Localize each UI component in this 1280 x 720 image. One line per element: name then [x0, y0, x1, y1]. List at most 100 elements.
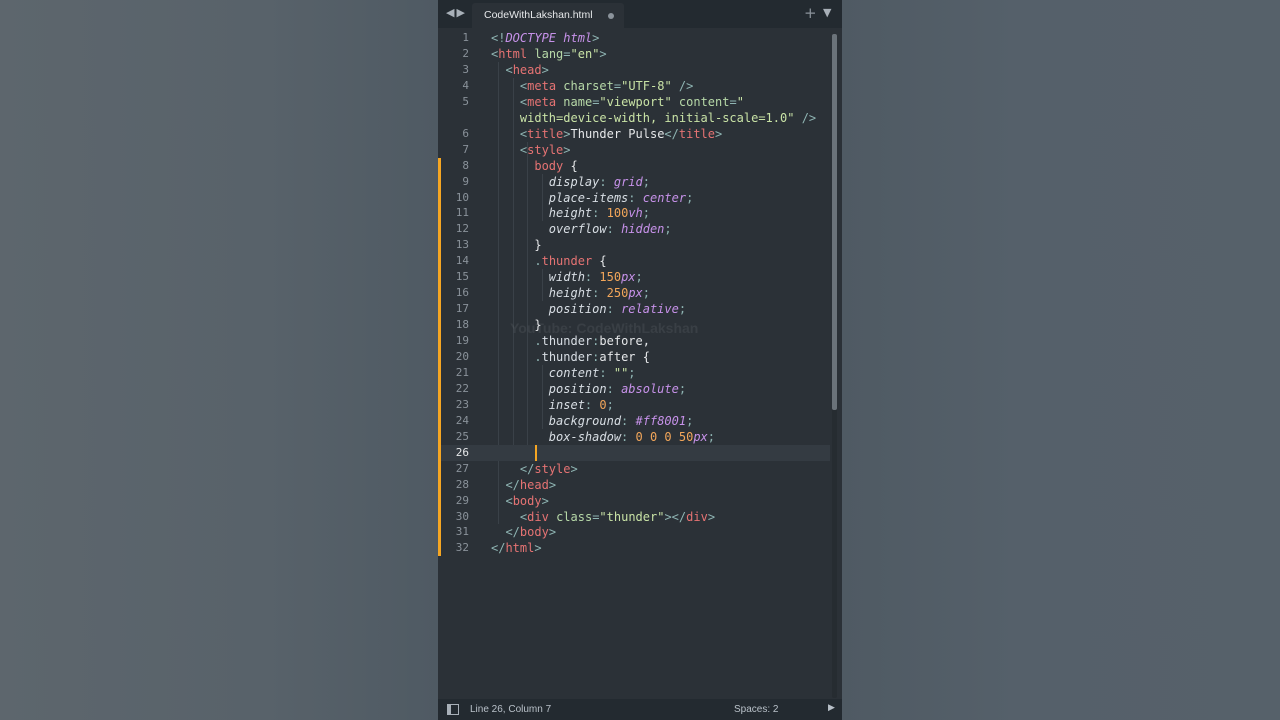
line-number: 17: [455, 302, 469, 316]
code-line[interactable]: 15 width: 150px;: [438, 269, 830, 286]
code-text: </head>: [505, 477, 557, 492]
code-line[interactable]: 21 content: "";: [438, 364, 830, 381]
code-text: <meta name="viewport" content=": [519, 94, 744, 109]
sidebar-toggle-icon[interactable]: [447, 704, 459, 715]
code-text: body {: [534, 158, 578, 173]
code-line[interactable]: 10 place-items: center;: [438, 189, 830, 206]
line-number: 7: [462, 142, 469, 156]
code-line[interactable]: 20 .thunder:after {: [438, 349, 830, 365]
code-line[interactable]: 30 <div class="thunder"></div>: [438, 508, 830, 525]
code-line[interactable]: 8 body {: [438, 157, 830, 174]
code-text: <html lang="en">: [491, 46, 607, 61]
tab-bar: ◀▶ CodeWithLakshan.html + ▼: [438, 0, 842, 28]
code-text: }: [534, 238, 542, 253]
tab-label: CodeWithLakshan.html: [484, 9, 593, 21]
code-text: place-items: center;: [548, 190, 694, 205]
line-number: 11: [455, 206, 469, 220]
code-line[interactable]: 22 position: absolute;: [438, 380, 830, 397]
plus-icon[interactable]: +: [804, 4, 817, 22]
code-line[interactable]: 31 </body>: [438, 524, 830, 541]
line-number: 5: [462, 94, 469, 108]
line-number: 22: [455, 381, 469, 395]
background-right: [842, 0, 1280, 720]
cursor-position[interactable]: Line 26, Column 7: [470, 704, 551, 715]
code-line[interactable]: 32 </html>: [438, 540, 830, 557]
line-number: 10: [455, 190, 469, 204]
code-line[interactable]: 4 <meta charset="UTF-8" />: [438, 78, 830, 94]
background-left: [0, 0, 438, 720]
indentation-setting[interactable]: Spaces: 2: [734, 704, 778, 715]
code-line[interactable]: 24 background: #ff8001;: [438, 412, 830, 429]
line-number: 15: [455, 270, 469, 284]
line-number: 13: [455, 238, 469, 252]
line-number: 24: [455, 413, 469, 427]
code-line[interactable]: 1 <!DOCTYPE html>: [438, 30, 830, 46]
vertical-scrollbar[interactable]: [832, 34, 837, 698]
triangle-right-icon[interactable]: ▶: [456, 6, 466, 19]
code-area[interactable]: 1 <!DOCTYPE html> 2 <html lang="en"> 3 <head…: [438, 30, 830, 698]
line-number: 14: [455, 254, 469, 268]
tab-navigation: ◀▶: [446, 6, 467, 19]
code-text: .thunder:after {: [534, 350, 650, 364]
code-line[interactable]: 9 display: grid;: [438, 173, 830, 190]
line-number: 19: [455, 334, 469, 348]
code-line[interactable]: 16 height: 250px;: [438, 285, 830, 302]
code-text: width: 150px;: [548, 270, 643, 285]
line-number: 8: [462, 158, 469, 172]
code-text: <!DOCTYPE html>: [491, 31, 600, 45]
code-line[interactable]: 28 </head>: [438, 476, 830, 493]
line-number: 25: [455, 429, 469, 443]
code-line[interactable]: 29 <body>: [438, 492, 830, 509]
tab-file[interactable]: CodeWithLakshan.html: [472, 3, 624, 28]
text-cursor: [534, 444, 537, 461]
watermark: YouTube: CodeWithLakshan: [510, 320, 699, 336]
line-number: 4: [462, 78, 469, 92]
line-number: 26: [455, 445, 469, 459]
triangle-left-icon[interactable]: ◀: [446, 6, 456, 19]
triangle-right-icon[interactable]: ▶: [828, 703, 835, 713]
code-text: overflow: hidden;: [548, 222, 672, 237]
status-bar: Line 26, Column 7 Spaces: 2 ▶: [438, 699, 842, 720]
code-line[interactable]: 25 box-shadow: 0 0 0 50px;: [438, 428, 830, 445]
code-line[interactable]: 26: [438, 444, 830, 461]
line-number: 28: [455, 477, 469, 491]
scrollbar-thumb[interactable]: [832, 34, 837, 410]
code-text: height: 100vh;: [548, 206, 650, 221]
code-text: content: "";: [548, 365, 636, 380]
code-line[interactable]: 5 <meta name="viewport" content=": [438, 94, 830, 110]
code-text: .thunder {: [534, 254, 607, 269]
line-number: 16: [455, 286, 469, 300]
code-text: <meta charset="UTF-8" />: [519, 78, 694, 93]
code-text: <title>Thunder Pulse</title>: [519, 126, 723, 141]
code-text: display: grid;: [548, 174, 650, 189]
code-line[interactable]: 27 </style>: [438, 460, 830, 477]
line-number: 31: [455, 525, 469, 539]
line-number: 2: [462, 46, 469, 60]
code-line[interactable]: 6 <title>Thunder Pulse</title>: [438, 126, 830, 142]
line-number: 18: [455, 318, 469, 332]
code-text: <body>: [505, 493, 549, 508]
code-line[interactable]: width=device-width, initial-scale=1.0" /…: [438, 110, 830, 126]
code-line[interactable]: 14 .thunder {: [438, 253, 830, 270]
code-text: background: #ff8001;: [548, 413, 694, 428]
line-number: 21: [455, 365, 469, 379]
code-line[interactable]: 17 position: relative;: [438, 301, 830, 318]
line-number: 27: [455, 461, 469, 475]
code-line[interactable]: 23 inset: 0;: [438, 396, 830, 413]
unsaved-dot-icon[interactable]: [608, 13, 614, 19]
line-number: 32: [455, 541, 469, 555]
code-line[interactable]: 7 <style>: [438, 142, 830, 158]
code-line[interactable]: 3 <head>: [438, 62, 830, 78]
line-number: 23: [455, 397, 469, 411]
code-text: <div class="thunder"></div>: [519, 509, 716, 524]
code-line[interactable]: 11 height: 100vh;: [438, 205, 830, 222]
chevron-down-icon[interactable]: ▼: [823, 6, 831, 19]
line-number: 29: [455, 493, 469, 507]
code-line[interactable]: 2 <html lang="en">: [438, 46, 830, 62]
code-line[interactable]: 12 overflow: hidden;: [438, 221, 830, 238]
line-number: 1: [462, 31, 469, 44]
code-text: height: 250px;: [548, 286, 650, 301]
code-text: position: relative;: [548, 302, 687, 317]
line-number: 9: [462, 174, 469, 188]
code-line[interactable]: 13 }: [438, 237, 830, 254]
